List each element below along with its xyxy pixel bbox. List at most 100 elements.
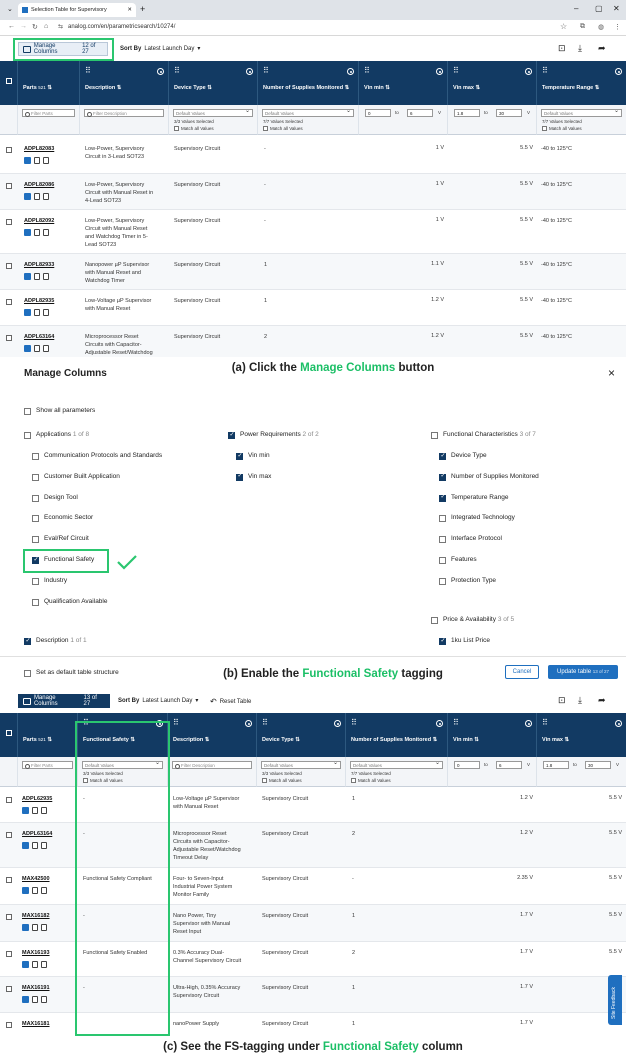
part-number-link[interactable]: MAX16181 [22,1021,50,1027]
column-header-device-type[interactable]: ⠿ Device Type ⇅ [257,713,346,757]
sort-icon[interactable]: ⇅ [295,737,300,743]
sort-icon[interactable]: ⇅ [47,737,52,743]
drag-handle-icon[interactable]: ⠿ [542,719,548,727]
application-item-checkbox[interactable] [32,577,39,585]
vin-max-high-input[interactable]: 30 [585,761,611,769]
browser-tab[interactable]: Selection Table for Supervisory ✕ [18,3,136,17]
product-page-icon[interactable] [22,887,29,894]
device-type-select[interactable]: Default Values [261,760,341,769]
functional-item-checkbox[interactable] [439,472,446,481]
row-checkbox[interactable] [6,219,12,225]
row-checkbox[interactable] [6,877,12,883]
extensions-icon[interactable]: ⧉ [580,23,585,31]
dialog-checkbox-item[interactable]: Eval/Ref Circuit [32,535,212,545]
application-item-checkbox[interactable] [32,598,39,606]
sort-icon[interactable]: ⇅ [565,737,570,743]
dialog-checkbox-item[interactable]: Industry [32,577,212,587]
part-number-link[interactable]: ADPL63164 [22,831,52,837]
product-page-icon[interactable] [24,273,31,280]
sort-by-control[interactable]: Sort By Latest Launch Day ▾ [118,697,198,705]
filter-description-input[interactable]: Filter Description [172,761,252,769]
datasheet-icon[interactable] [32,996,38,1003]
sort-icon[interactable]: ⇅ [595,85,600,91]
document-icon[interactable] [43,229,49,236]
datasheet-icon[interactable] [32,807,38,814]
match-all-checkbox[interactable]: Match all Values [262,778,302,783]
column-header-temperature[interactable]: ⠿ Temperature Range ⇅ [537,61,626,105]
maximize-button[interactable]: ▢ [595,4,603,13]
drag-handle-icon[interactable]: ⠿ [364,67,370,75]
part-number-link[interactable]: ADPL63164 [24,334,54,340]
document-icon[interactable] [43,193,49,200]
row-checkbox[interactable] [6,951,12,957]
document-icon[interactable] [43,157,49,164]
product-page-icon[interactable] [22,961,29,968]
group-price-availability-checkbox[interactable] [431,617,438,624]
sort-icon[interactable]: ⇅ [476,85,481,91]
part-number-link[interactable]: ADPL82935 [24,298,54,304]
show-all-parameters-checkbox[interactable] [24,408,31,415]
device-type-select[interactable]: Default Values [173,108,253,117]
document-icon[interactable] [41,961,47,968]
datasheet-icon[interactable] [34,273,40,280]
power-item-checkbox[interactable] [236,452,243,460]
sort-icon[interactable]: ⇅ [385,85,390,91]
sort-icon[interactable]: ⇅ [117,85,122,91]
product-page-icon[interactable] [22,996,29,1003]
price-item-checkbox[interactable] [439,637,446,645]
vin-min-low-input[interactable]: 0 [454,761,480,769]
product-page-icon[interactable] [22,924,29,931]
dialog-checkbox-item[interactable]: Communication Protocols and Standards [32,452,212,462]
power-item-checkbox[interactable] [236,472,243,481]
column-header-supplies[interactable]: ⠿ Number of Supplies Monitored ⇅ [258,61,359,105]
sort-icon[interactable]: ⇅ [47,85,52,91]
application-item-checkbox[interactable] [32,473,39,481]
tab-close-icon[interactable]: ✕ [127,7,132,13]
drag-handle-icon[interactable]: ⠿ [85,67,91,75]
document-icon[interactable] [41,996,47,1003]
hide-column-icon[interactable] [436,720,443,727]
dialog-checkbox-item[interactable]: Vin max [236,472,416,483]
download-icon[interactable]: ⤓ [578,695,582,706]
sort-icon[interactable]: ⇅ [345,85,350,91]
minimize-button[interactable]: – [574,4,578,13]
drag-handle-icon[interactable]: ⠿ [173,719,179,727]
document-icon[interactable] [43,345,49,352]
product-page-icon[interactable] [24,157,31,164]
column-header-parts[interactable]: Parts 521 ⇅ [18,713,78,757]
filter-parts-input[interactable]: Filter Parts [22,761,73,769]
match-all-checkbox[interactable]: Match all Values [351,778,391,783]
row-checkbox[interactable] [6,335,12,341]
row-checkbox[interactable] [6,797,12,803]
dialog-checkbox-item[interactable]: Vin min [236,452,416,462]
forward-icon[interactable]: → [20,23,27,30]
supplies-select[interactable]: Default Values [262,108,354,117]
profile-icon[interactable]: ◍ [598,23,604,31]
datasheet-icon[interactable] [34,193,40,200]
download-icon[interactable]: ⤓ [578,43,582,54]
row-checkbox[interactable] [6,1022,12,1028]
part-number-link[interactable]: MAX16182 [22,913,50,919]
product-page-icon[interactable] [24,309,31,316]
vin-min-high-input[interactable]: 6 [407,109,433,117]
site-feedback-button[interactable]: Site Feedback [608,975,622,1025]
dialog-checkbox-item[interactable]: Applications 1 of 8 [24,431,204,441]
application-item-checkbox[interactable] [32,494,39,502]
sort-by-control[interactable]: Sort By Latest Launch Day ▾ [120,45,200,53]
group-applications-checkbox[interactable] [24,432,31,439]
home-icon[interactable]: ⌂ [44,23,48,30]
part-number-link[interactable]: ADPL82933 [24,262,54,268]
part-number-link[interactable]: ADPL82083 [24,146,54,152]
datasheet-icon[interactable] [32,924,38,931]
vin-max-high-input[interactable]: 30 [496,109,522,117]
row-checkbox[interactable] [6,147,12,153]
share-icon[interactable]: ➦ [598,695,606,706]
drag-handle-icon[interactable]: ⠿ [351,719,357,727]
document-icon[interactable] [41,924,47,931]
functional-item-checkbox[interactable] [439,452,446,460]
dialog-checkbox-item[interactable]: Temperature Range [439,493,619,504]
dialog-checkbox-item[interactable]: Qualification Available [32,598,212,608]
bookmark-icon[interactable]: ⊡ [558,695,566,706]
hide-column-icon[interactable] [525,720,532,727]
dialog-checkbox-item[interactable]: Price & Availability 3 of 5 [431,616,611,626]
